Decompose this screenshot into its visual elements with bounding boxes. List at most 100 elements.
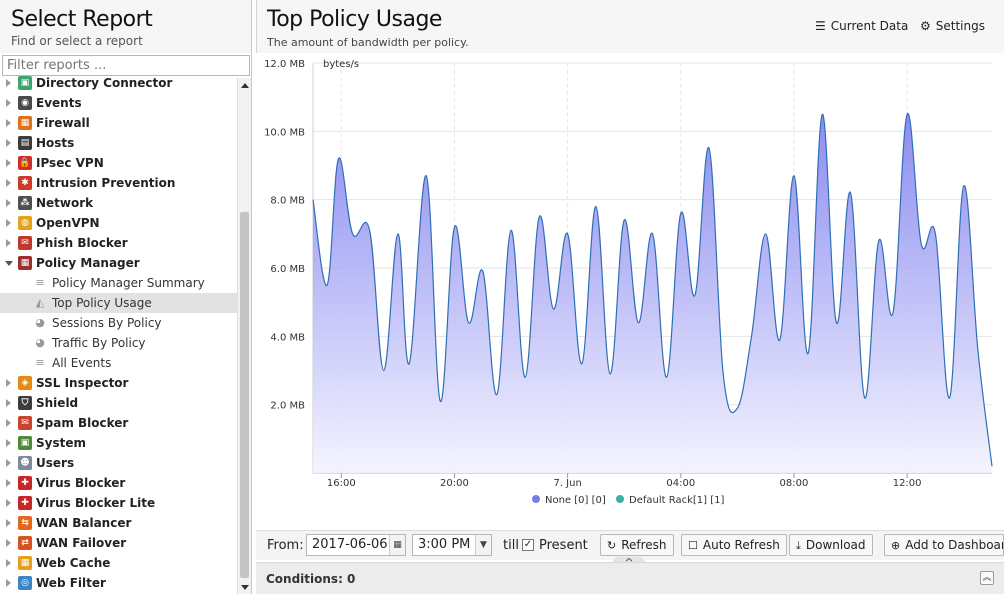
collapsed-arrow-icon[interactable] bbox=[6, 159, 11, 167]
tree-category-virus-blocker[interactable]: ✚ Virus Blocker bbox=[0, 473, 237, 493]
date-value: 2017-06-06 bbox=[312, 537, 388, 552]
spam-blocker-icon: ✉ bbox=[18, 416, 32, 430]
tree-category-ssl-inspector[interactable]: ◈ SSL Inspector bbox=[0, 373, 237, 393]
tree-category-firewall[interactable]: ▦ Firewall bbox=[0, 113, 237, 133]
report-selector-panel: Select Report Find or select a report ▣ D… bbox=[0, 0, 252, 594]
tree-category-web-cache[interactable]: ▦ Web Cache bbox=[0, 553, 237, 573]
collapsed-arrow-icon[interactable] bbox=[6, 139, 11, 147]
calendar-icon[interactable]: ▦ bbox=[389, 535, 405, 555]
present-label: Present bbox=[539, 538, 588, 553]
tree-category-system[interactable]: ▣ System bbox=[0, 433, 237, 453]
collapsed-arrow-icon[interactable] bbox=[6, 219, 11, 227]
collapsed-arrow-icon[interactable] bbox=[6, 559, 11, 567]
report-title: Top Policy Usage bbox=[267, 7, 442, 32]
y-tick-label: 12.0 MB bbox=[264, 59, 305, 70]
series-area-none[interactable] bbox=[313, 113, 992, 474]
collapsed-arrow-icon[interactable] bbox=[6, 539, 11, 547]
tree-category-ipsec-vpn[interactable]: 🔒 IPsec VPN bbox=[0, 153, 237, 173]
tree-category-policy-manager[interactable]: ▦ Policy Manager bbox=[0, 253, 237, 273]
current-data-button[interactable]: ☰ Current Data bbox=[815, 19, 908, 33]
area-chart-icon: ◭ bbox=[35, 296, 45, 309]
tree-report-top-policy-usage[interactable]: ◭ Top Policy Usage bbox=[0, 293, 237, 313]
collapsed-arrow-icon[interactable] bbox=[6, 439, 11, 447]
collapsed-arrow-icon[interactable] bbox=[6, 119, 11, 127]
tree-category-directory-connector[interactable]: ▣ Directory Connector bbox=[0, 73, 237, 93]
tree-category-shield[interactable]: ⛉ Shield bbox=[0, 393, 237, 413]
collapsed-arrow-icon[interactable] bbox=[6, 179, 11, 187]
legend-item-label[interactable]: Default Rack[1] [1] bbox=[629, 495, 724, 506]
y-tick-label: 6.0 MB bbox=[270, 264, 305, 275]
chevron-down-icon[interactable]: ▼ bbox=[475, 535, 491, 555]
virus-blocker-icon: ✚ bbox=[18, 476, 32, 490]
collapsed-arrow-icon[interactable] bbox=[6, 239, 11, 247]
ipsec-vpn-icon: 🔒 bbox=[18, 156, 32, 170]
legend-marker[interactable] bbox=[616, 495, 624, 503]
scroll-down-arrow-icon[interactable] bbox=[241, 585, 249, 590]
refresh-button[interactable]: ↻ Refresh bbox=[600, 534, 674, 556]
tree-report-all-events[interactable]: ≡ All Events bbox=[0, 353, 237, 373]
auto-refresh-label: Auto Refresh bbox=[702, 538, 780, 552]
plus-circle-icon: ⊕ bbox=[891, 539, 901, 552]
tree-category-intrusion-prevention[interactable]: ✱ Intrusion Prevention bbox=[0, 173, 237, 193]
area-chart-svg: 2.0 MB 4.0 MB 6.0 MB 8.0 MB 10.0 MB 12.0 MB 16… bbox=[264, 59, 993, 506]
virus-blocker-lite-icon: ✚ bbox=[18, 496, 32, 510]
tree-category-network[interactable]: ⁂ Network bbox=[0, 193, 237, 213]
collapsed-arrow-icon[interactable] bbox=[6, 519, 11, 527]
tree-category-hosts[interactable]: ▤ Hosts bbox=[0, 133, 237, 153]
collapsed-arrow-icon[interactable] bbox=[6, 459, 11, 467]
tree-scrollbar[interactable] bbox=[237, 78, 251, 594]
till-label: till bbox=[503, 538, 519, 553]
collapsed-arrow-icon[interactable] bbox=[6, 99, 11, 107]
tree-category-virus-blocker-lite[interactable]: ✚ Virus Blocker Lite bbox=[0, 493, 237, 513]
tree-category-events[interactable]: ◉ Events bbox=[0, 93, 237, 113]
conditions-label: Conditions: 0 bbox=[266, 572, 356, 586]
report-toolbar: From: 2017-06-06 ▦ 3:00 PM ▼ till ✓ Pres… bbox=[256, 530, 1004, 560]
from-label: From: bbox=[267, 538, 304, 553]
tree-category-label: WAN Balancer bbox=[36, 516, 132, 530]
download-button[interactable]: ⤓ Download bbox=[789, 534, 873, 556]
tree-report-policy-manager-summary[interactable]: ≡ Policy Manager Summary bbox=[0, 273, 237, 293]
tree-category-label: System bbox=[36, 436, 86, 450]
collapsed-arrow-icon[interactable] bbox=[6, 399, 11, 407]
tree-category-wan-balancer[interactable]: ⇆ WAN Balancer bbox=[0, 513, 237, 533]
tree-category-spam-blocker[interactable]: ✉ Spam Blocker bbox=[0, 413, 237, 433]
expanded-arrow-icon[interactable] bbox=[5, 261, 13, 266]
tree-category-phish-blocker[interactable]: ✉ Phish Blocker bbox=[0, 233, 237, 253]
collapsed-arrow-icon[interactable] bbox=[6, 419, 11, 427]
time-value: 3:00 PM bbox=[418, 537, 471, 552]
add-to-dashboard-button[interactable]: ⊕ Add to Dashboar bbox=[884, 534, 1004, 556]
system-icon: ▣ bbox=[18, 436, 32, 450]
present-checkbox[interactable]: ✓ bbox=[522, 539, 534, 551]
legend-item-label[interactable]: None [0] [0] bbox=[545, 495, 606, 506]
collapsed-arrow-icon[interactable] bbox=[6, 499, 11, 507]
tree-category-web-filter[interactable]: ◎ Web Filter bbox=[0, 573, 237, 593]
expand-conditions-icon[interactable]: ︽ bbox=[980, 571, 994, 585]
collapsed-arrow-icon[interactable] bbox=[6, 579, 11, 587]
scrollbar-thumb[interactable] bbox=[240, 212, 249, 578]
tree-category-label: OpenVPN bbox=[36, 216, 100, 230]
tree-report-traffic-by-policy[interactable]: ◕ Traffic By Policy bbox=[0, 333, 237, 353]
tree-category-openvpn[interactable]: ◍ OpenVPN bbox=[0, 213, 237, 233]
report-view-panel: Top Policy Usage The amount of bandwidth… bbox=[256, 0, 1004, 594]
collapsed-arrow-icon[interactable] bbox=[6, 479, 11, 487]
users-icon: ☻ bbox=[18, 456, 32, 470]
date-field[interactable]: 2017-06-06 ▦ bbox=[306, 534, 406, 556]
pie-chart-icon: ◕ bbox=[35, 316, 45, 329]
legend-marker[interactable] bbox=[532, 495, 540, 503]
tree-report-sessions-by-policy[interactable]: ◕ Sessions By Policy bbox=[0, 313, 237, 333]
bandwidth-chart: 2.0 MB 4.0 MB 6.0 MB 8.0 MB 10.0 MB 12.0 MB 16… bbox=[256, 53, 1004, 527]
tree-category-label: SSL Inspector bbox=[36, 376, 129, 390]
collapsed-arrow-icon[interactable] bbox=[6, 199, 11, 207]
scroll-up-arrow-icon[interactable] bbox=[241, 83, 249, 88]
collapsed-arrow-icon[interactable] bbox=[6, 79, 11, 87]
x-tick-label: 7. Jun bbox=[553, 478, 581, 489]
conditions-bar[interactable]: Conditions: 0 ︽ bbox=[256, 562, 1004, 594]
auto-refresh-button[interactable]: ☐ Auto Refresh bbox=[681, 534, 787, 556]
time-field[interactable]: 3:00 PM ▼ bbox=[412, 534, 492, 556]
wan-balancer-icon: ⇆ bbox=[18, 516, 32, 530]
tree-category-wan-failover[interactable]: ⇄ WAN Failover bbox=[0, 533, 237, 553]
tree-category-label: Spam Blocker bbox=[36, 416, 129, 430]
settings-button[interactable]: ⚙ Settings bbox=[920, 19, 985, 33]
collapsed-arrow-icon[interactable] bbox=[6, 379, 11, 387]
tree-category-users[interactable]: ☻ Users bbox=[0, 453, 237, 473]
